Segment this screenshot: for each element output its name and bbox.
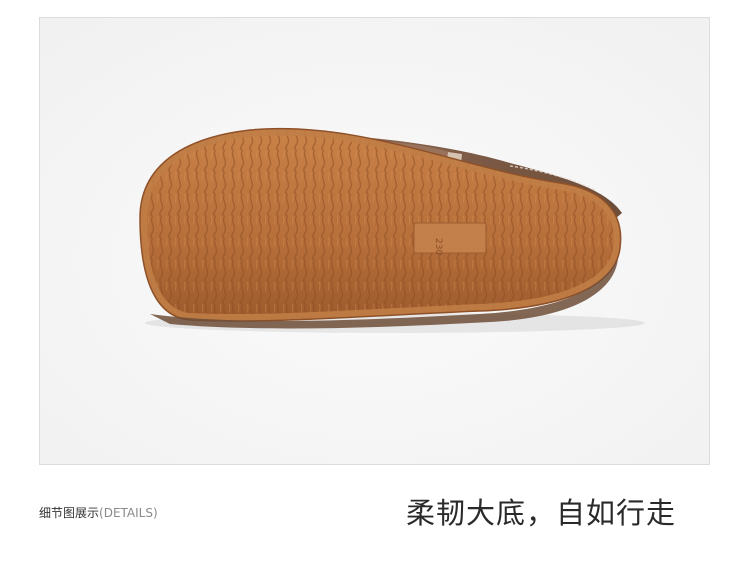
product-image-frame: 230 (39, 17, 710, 465)
size-stamp: 230 (433, 238, 443, 255)
shoe-outsole-photo: 230 (40, 18, 709, 464)
details-caption-sublabel: (DETAILS) (99, 506, 158, 520)
details-caption: 细节图展示(DETAILS) (39, 505, 158, 521)
details-caption-label: 细节图展示 (39, 506, 100, 520)
page-headline: 柔韧大底，自如行走 (406, 496, 677, 530)
